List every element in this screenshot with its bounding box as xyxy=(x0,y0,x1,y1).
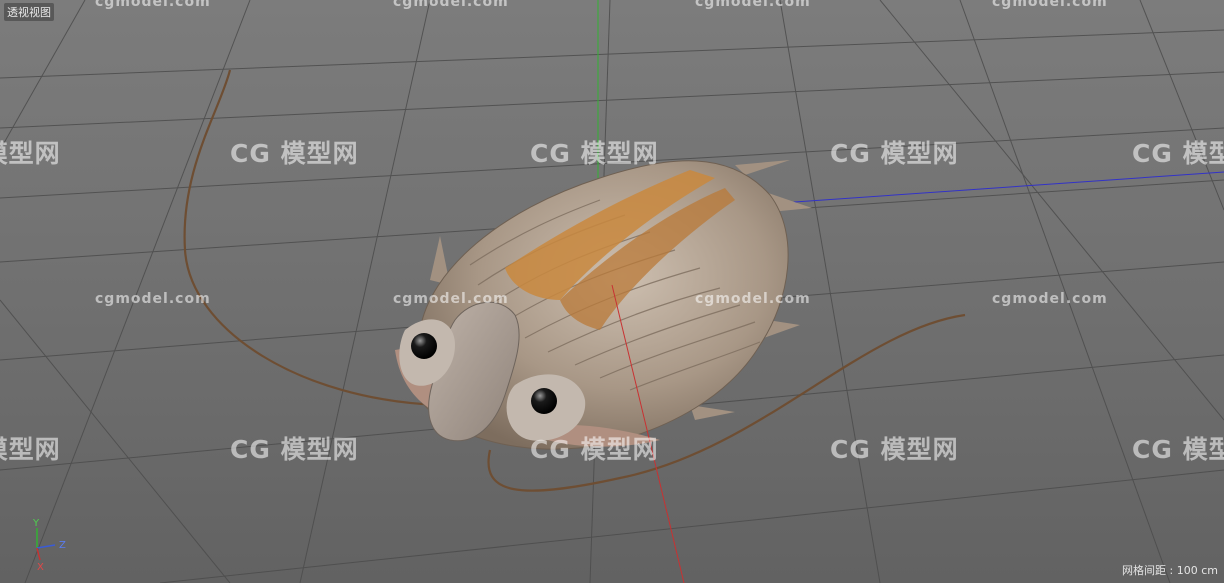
perspective-viewport[interactable]: Y Z X cgmodel.com cgmodel.com cgmodel.co… xyxy=(0,0,1224,583)
trilobite-model xyxy=(395,160,812,450)
axis-gizmo-x-label: X xyxy=(37,562,44,573)
axis-gizmo-y-label: Y xyxy=(32,518,40,529)
right-eye xyxy=(531,388,557,414)
left-eye xyxy=(411,333,437,359)
viewport-scene: Y Z X xyxy=(0,0,1224,583)
grid-spacing-readout: 网格间距 : 100 cm xyxy=(1122,564,1218,577)
axis-gizmo-z-label: Z xyxy=(59,540,66,551)
viewport-label[interactable]: 透视视图 xyxy=(4,3,54,21)
